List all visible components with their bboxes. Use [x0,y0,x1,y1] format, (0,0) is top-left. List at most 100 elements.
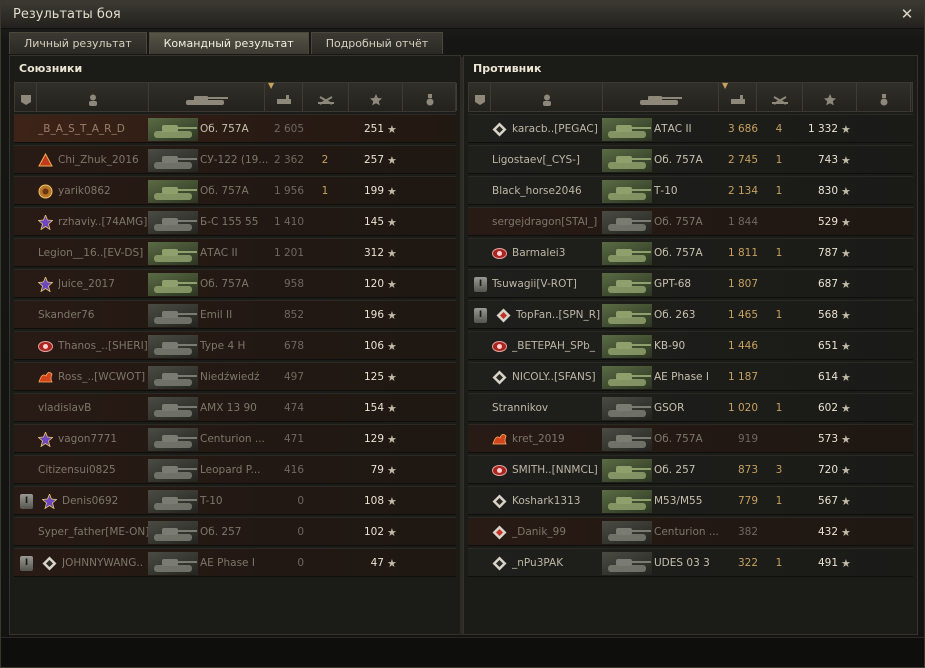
tank-icon [602,366,652,389]
column-header-cell[interactable] [403,83,457,111]
enemy-row[interactable]: SMITH..[NNMCL] Об. 257 873 3 720 ★ [468,455,913,484]
ally-row[interactable]: Thanos_..[SHERI] Type 4 H 678 106 ★ [14,331,456,360]
tank-icon [148,428,198,451]
xp-value: 573 [817,433,838,445]
window-title: Результаты боя [13,7,121,22]
ally-row[interactable]: rzhaviy..[74AMG] Б-С 155 55 1 410 145 ★ [14,207,456,236]
damage-value: 497 [283,371,304,383]
column-header-cell[interactable] [857,83,911,111]
enemy-row[interactable]: _Danik_99 Centurion ... 382 432 ★ [468,517,913,546]
xp-star-icon: ★ [387,402,397,415]
column-header-cell[interactable] [603,83,719,111]
ally-row[interactable]: I JOHNNYWANG.. AE Phase I 0 47 ★ [14,548,456,577]
frags-value [314,394,336,423]
ally-row[interactable]: Skander76 Emil II 852 196 ★ [14,300,456,329]
xp-star-icon: ★ [387,123,397,136]
ally-row[interactable]: _B_A_S_T_A_R_D Об. 757А 2 605 251 ★ [14,114,456,143]
enemy-row[interactable]: I Tsuwagii[V-ROT] GPT-68 1 807 687 ★ [468,269,913,298]
column-header-cell[interactable] [469,83,491,111]
enemy-row[interactable]: kret_2019 Об. 757А 919 573 ★ [468,424,913,453]
tank-icon [148,149,198,172]
enemy-row[interactable]: Koshark1313 M53/M55 779 1 567 ★ [468,486,913,515]
player-name: _B_A_S_T_A_R_D [38,123,125,135]
frags-value [768,332,790,361]
vehicle-name: Об. 257 [654,464,696,476]
white-diamond-badge-icon [492,556,507,571]
column-header-cell[interactable] [303,83,349,111]
player-name: Strannikov [492,402,549,414]
player-icon [541,91,553,106]
xp-value: 614 [817,371,838,383]
allies-column-header: ▼ [14,81,457,112]
frags-value: 1 [775,495,783,507]
tab-detailed-report[interactable]: Подробный отчёт [310,32,444,54]
frags-value: 3 [775,464,783,476]
vehicle-name: Т-10 [654,185,678,197]
column-header-cell[interactable] [757,83,803,111]
xp-value: 199 [363,185,384,197]
column-header-cell[interactable] [491,83,603,111]
tank-icon [602,118,652,141]
tank-icon [602,521,652,544]
vehicle-name: AMX 13 90 [200,402,257,414]
enemy-row[interactable]: _nPu3PAK UDES 03 3 322 1 491 ★ [468,548,913,577]
ally-row[interactable]: Juice_2017 Об. 757А 958 120 ★ [14,269,456,298]
xp-value: 787 [817,247,838,259]
enemy-row[interactable]: sergejdragon[STAI_] Об. 757А 1 844 529 ★ [468,207,913,236]
enemy-row[interactable]: Ligostaev[_CYS-] Об. 757А 2 745 1 743 ★ [468,145,913,174]
xp-value: 108 [363,495,384,507]
column-header-cell[interactable] [149,83,265,111]
player-name: Citizensui0825 [38,464,116,476]
tank-icon [602,490,652,513]
ally-row[interactable]: Chi_Zhuk_2016 СУ-122 (19... 2 362 2 257 ★ [14,145,456,174]
vehicle-name: UDES 03 3 [654,557,710,569]
xp-value: 251 [363,123,384,135]
vehicle-name: СУ-122 (19... [200,154,269,166]
enemy-row[interactable]: _BETEPAH_SPb_ KB-90 1 446 651 ★ [468,331,913,360]
enemy-row[interactable]: Black_horse2046 Т-10 2 134 1 830 ★ [468,176,913,205]
frags-value [768,208,790,237]
vehicle-name: Emil II [200,309,233,321]
ally-row[interactable]: Legion__16..[EV-DS] АТАС II 1 201 312 ★ [14,238,456,267]
ally-row[interactable]: Syper_father[ME-ON] Об. 257 0 102 ★ [14,517,456,546]
column-header-cell[interactable] [37,83,149,111]
enemies-column-header: ▼ [468,81,913,112]
xp-value: 312 [363,247,384,259]
ally-row[interactable]: Ross_..[WCWOT] Niedźwiedź 497 125 ★ [14,362,456,391]
xp-star-icon: ★ [387,526,397,539]
column-header-cell[interactable]: ▼ [719,81,757,111]
column-header-cell[interactable] [15,83,37,111]
enemy-row[interactable]: karacb..[PEGAC] АТАС II 3 686 4 1 332 ★ [468,114,913,143]
column-header-cell[interactable] [349,83,403,111]
xp-star-icon: ★ [387,309,397,322]
ally-row[interactable]: Citizensui0825 Leopard P... 416 79 ★ [14,455,456,484]
frags-value [314,363,336,392]
xp-value: 106 [363,340,384,352]
ally-row[interactable]: vagon7771 Centurion ... 471 129 ★ [14,424,456,453]
column-header-cell[interactable] [803,83,857,111]
frags-icon [770,91,790,105]
xp-value: 567 [817,495,838,507]
xp-star-icon: ★ [387,185,397,198]
frags-value: 1 [775,185,783,197]
damage-value: 0 [297,557,304,569]
gold-emblem-badge-icon [38,184,53,199]
platoon-badge: I [474,308,487,323]
vehicle-name: Type 4 H [200,340,246,352]
close-icon[interactable]: ✕ [898,5,916,23]
enemy-row[interactable]: Barmalei3 Об. 757А 1 811 1 787 ★ [468,238,913,267]
xp-star-icon: ★ [841,526,851,539]
ally-row[interactable]: vladislavB AMX 13 90 474 154 ★ [14,393,456,422]
vehicle-name: Об. 757А [654,154,703,166]
enemy-row[interactable]: I TopFan..[SPN_R] Об. 263 1 465 1 568 ★ [468,300,913,329]
frags-value [314,270,336,299]
tab-team-result[interactable]: Командный результат [148,32,309,54]
ally-row[interactable]: I Denis0692 T-10 0 108 ★ [14,486,456,515]
ally-row[interactable]: yarik0862 Об. 757А 1 956 1 199 ★ [14,176,456,205]
column-header-cell[interactable]: ▼ [265,81,303,111]
frags-value [768,363,790,392]
tab-personal-result[interactable]: Личный результат [9,32,147,54]
vehicle-icon [638,91,684,105]
enemy-row[interactable]: Strannikov GSOR 1 020 1 602 ★ [468,393,913,422]
enemy-row[interactable]: NICOLY..[SFANS] AE Phase I1 187 614 ★ [468,362,913,391]
